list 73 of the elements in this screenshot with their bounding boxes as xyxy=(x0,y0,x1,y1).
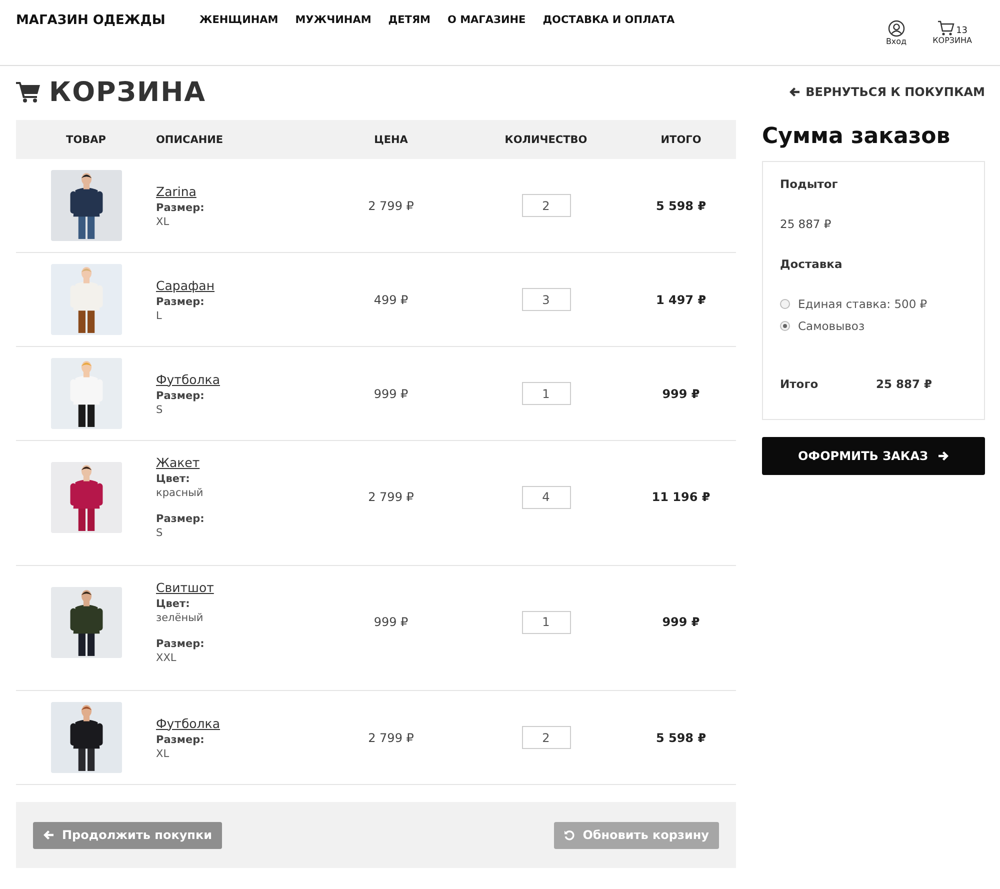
line-total: 5 598 ₽ xyxy=(654,198,708,212)
attribute-label: Размер: xyxy=(156,202,206,214)
subtotal-label: Подытог xyxy=(780,177,839,191)
column-header: ТОВАР xyxy=(65,134,107,146)
nav-link[interactable]: О МАГАЗИНЕ xyxy=(448,14,526,26)
attribute-label: Размер: xyxy=(156,296,206,308)
attribute-value: красный xyxy=(156,487,204,499)
product-link[interactable]: Свитшот xyxy=(156,580,214,595)
arrow-left-icon xyxy=(43,830,54,840)
shipping-option-label: Единая ставка: 500 ₽ xyxy=(798,297,928,311)
product-link[interactable]: Футболка xyxy=(156,372,220,386)
line-total: 5 598 ₽ xyxy=(654,730,708,744)
total-value: 25 887 ₽ xyxy=(876,377,932,391)
quantity-field[interactable]: 1 xyxy=(522,382,570,405)
quantity-field[interactable]: 2 xyxy=(522,726,570,749)
attribute-value: L xyxy=(156,310,163,322)
radio-button[interactable] xyxy=(780,321,790,331)
total-label: Итого xyxy=(780,377,820,391)
line-total: 1 497 ₽ xyxy=(654,292,708,306)
price-text: 2 799 ₽ xyxy=(367,198,415,212)
attribute-value: S xyxy=(156,404,164,416)
product-link[interactable]: Жакет xyxy=(156,455,200,470)
attribute-label: Размер: xyxy=(156,390,206,402)
attribute-label: Размер: xyxy=(156,638,206,650)
line-total: 999 ₽ xyxy=(661,615,701,629)
product-link[interactable]: Zarina xyxy=(156,184,196,198)
cart-icon xyxy=(937,20,956,36)
quantity-field[interactable]: 3 xyxy=(522,288,570,311)
quantity-field[interactable]: 1 xyxy=(522,610,570,634)
radio-button[interactable] xyxy=(780,299,790,309)
nav-link[interactable]: ДОСТАВКА И ОПЛАТА xyxy=(542,14,675,26)
nav-link[interactable]: ЖЕНЩИНАМ xyxy=(199,14,278,26)
store-logo[interactable]: МАГАЗИН ОДЕЖДЫ xyxy=(16,13,166,28)
quantity-field[interactable]: 2 xyxy=(522,194,570,217)
column-header: ИТОГО xyxy=(660,134,702,146)
cart-link[interactable]: 13 КОРЗИНА xyxy=(932,20,972,46)
checkout-button[interactable]: ОФОРМИТЬ ЗАКАЗ xyxy=(762,437,985,475)
attribute-label: Размер: xyxy=(156,513,206,525)
price-text: 2 799 ₽ xyxy=(367,730,415,744)
product-link[interactable]: Футболка xyxy=(156,716,220,730)
product-link[interactable]: Сарафан xyxy=(156,278,215,292)
refresh-icon xyxy=(564,830,575,840)
attribute-label: Цвет: xyxy=(156,473,191,485)
line-total: 11 196 ₽ xyxy=(650,490,712,504)
column-header: ОПИСАНИЕ xyxy=(156,134,224,146)
attribute-value: XXL xyxy=(156,652,178,664)
summary-title: Сумма заказов xyxy=(762,124,952,149)
attribute-label: Размер: xyxy=(156,734,206,746)
shipping-label: Доставка xyxy=(780,257,844,271)
column-header: ЦЕНА xyxy=(373,134,409,146)
price-text: 2 799 ₽ xyxy=(367,490,415,504)
price-text: 499 ₽ xyxy=(372,292,410,306)
attribute-value: XL xyxy=(156,216,170,228)
login-link[interactable]: Вход xyxy=(886,20,907,46)
arrow-left-icon xyxy=(788,87,800,97)
shipping-option-label: Самовывоз xyxy=(798,319,865,333)
price-text: 999 ₽ xyxy=(372,615,410,629)
column-header: КОЛИЧЕСТВО xyxy=(504,134,588,146)
attribute-label: Цвет: xyxy=(156,598,191,610)
user-icon xyxy=(888,20,905,37)
nav-link[interactable]: МУЖЧИНАМ xyxy=(295,14,372,26)
price-text: 999 ₽ xyxy=(372,386,410,400)
quantity-field[interactable]: 4 xyxy=(522,486,570,508)
attribute-value: XL xyxy=(156,748,170,760)
subtotal-value: 25 887 ₽ xyxy=(780,217,832,231)
line-total: 999 ₽ xyxy=(661,386,701,400)
nav-link[interactable]: ДЕТЯМ xyxy=(388,14,431,26)
cart-icon xyxy=(16,81,41,103)
page-title: КОРЗИНА xyxy=(49,76,206,108)
attribute-value: S xyxy=(156,527,164,539)
arrow-right-icon xyxy=(938,451,950,461)
back-link[interactable]: ВЕРНУТЬСЯ К ПОКУПКАМ xyxy=(788,85,985,99)
attribute-value: зелёный xyxy=(156,612,204,624)
